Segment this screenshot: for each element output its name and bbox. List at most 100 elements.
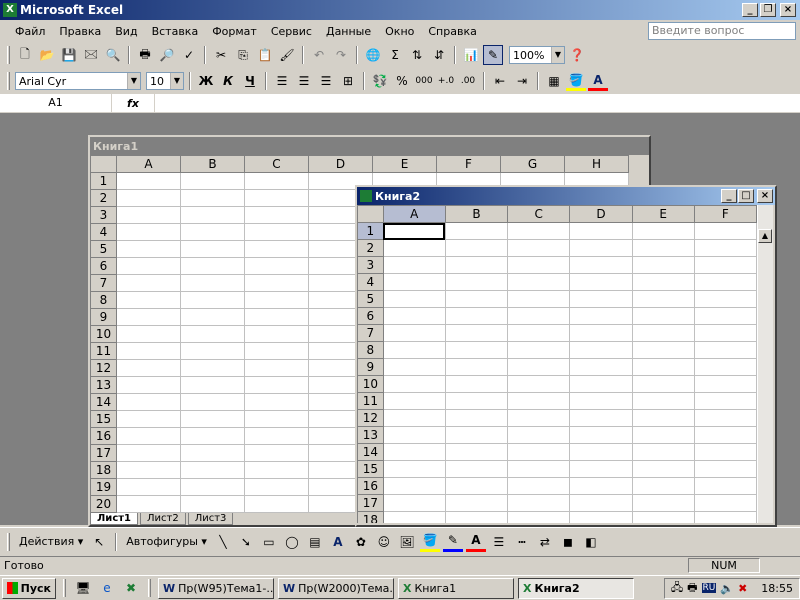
cell[interactable] bbox=[244, 189, 309, 207]
column-header[interactable]: D bbox=[308, 155, 373, 173]
row-header[interactable]: 2 bbox=[90, 189, 117, 207]
cell[interactable] bbox=[444, 375, 509, 393]
row-header[interactable]: 5 bbox=[90, 240, 117, 258]
increase-decimal-icon[interactable]: +.0 bbox=[436, 71, 456, 91]
cell[interactable] bbox=[507, 392, 571, 410]
row-header[interactable]: 8 bbox=[90, 291, 117, 309]
row-header[interactable]: 5 bbox=[357, 290, 384, 308]
row-header[interactable]: 10 bbox=[90, 325, 117, 343]
row-header[interactable]: 8 bbox=[357, 341, 384, 359]
textbox-icon[interactable]: ▤ bbox=[305, 532, 325, 552]
paste-icon[interactable]: 📋 bbox=[255, 45, 275, 65]
cell[interactable] bbox=[693, 273, 757, 291]
format-painter-icon[interactable]: 🖌 bbox=[277, 45, 297, 65]
tab-sheet3[interactable]: Лист3 bbox=[187, 513, 234, 525]
row-header[interactable]: 11 bbox=[357, 392, 384, 410]
cell[interactable] bbox=[116, 257, 181, 275]
column-header[interactable]: C bbox=[507, 205, 571, 223]
cell[interactable] bbox=[507, 222, 571, 240]
autoshapes-menu[interactable]: Автофигуры ▾ bbox=[123, 535, 210, 548]
cell[interactable] bbox=[693, 239, 757, 257]
cell[interactable] bbox=[569, 375, 633, 393]
excel-quick-icon[interactable]: ✖ bbox=[121, 578, 141, 598]
start-button[interactable]: Пуск bbox=[2, 577, 56, 599]
book2-grid[interactable]: A B C D E F 1 2 3 4 5 6 7 8 9 10 11 12 13 14 15 16 17 18 bbox=[357, 205, 757, 523]
row-header[interactable]: 12 bbox=[90, 359, 117, 377]
cell[interactable] bbox=[693, 477, 757, 495]
cell[interactable] bbox=[569, 290, 633, 308]
new-icon[interactable]: 🗋 bbox=[15, 45, 35, 65]
draw-actions-menu[interactable]: Действия ▾ bbox=[16, 535, 86, 548]
cell[interactable] bbox=[180, 478, 245, 496]
cell[interactable] bbox=[507, 273, 571, 291]
sort-asc-icon[interactable]: ⇅ bbox=[407, 45, 427, 65]
row-header[interactable]: 16 bbox=[357, 477, 384, 495]
row-header[interactable]: 9 bbox=[357, 358, 384, 376]
arrow-style-icon[interactable]: ⇄ bbox=[535, 532, 555, 552]
row-header[interactable]: 19 bbox=[90, 478, 117, 496]
cell[interactable] bbox=[244, 240, 309, 258]
tab-sheet1[interactable]: Лист1 bbox=[90, 513, 138, 525]
cell[interactable] bbox=[569, 358, 633, 376]
column-header[interactable]: A bbox=[116, 155, 181, 173]
cell[interactable] bbox=[569, 511, 633, 523]
row-header[interactable]: 14 bbox=[90, 393, 117, 411]
fill-color-icon[interactable]: 🪣 bbox=[566, 71, 586, 91]
row-header[interactable]: 7 bbox=[90, 274, 117, 292]
cell[interactable] bbox=[382, 426, 446, 444]
restore-button[interactable]: ❐ bbox=[760, 3, 776, 17]
cell[interactable] bbox=[507, 477, 571, 495]
dash-style-icon[interactable]: ┅ bbox=[512, 532, 532, 552]
cell[interactable] bbox=[244, 291, 309, 309]
cell[interactable] bbox=[382, 443, 446, 461]
cell[interactable] bbox=[382, 239, 446, 257]
cell[interactable] bbox=[569, 256, 633, 274]
row-header[interactable]: 11 bbox=[90, 342, 117, 360]
cell[interactable] bbox=[116, 172, 181, 190]
task-book2[interactable]: X Книга2 bbox=[518, 577, 634, 599]
cell[interactable] bbox=[507, 426, 571, 444]
cell[interactable] bbox=[693, 290, 757, 308]
line-color-icon[interactable]: ✎ bbox=[442, 532, 463, 552]
cell[interactable] bbox=[444, 358, 509, 376]
maximize-button[interactable]: □ bbox=[738, 189, 754, 203]
cell[interactable] bbox=[631, 477, 695, 495]
cell[interactable] bbox=[631, 443, 695, 461]
cell[interactable] bbox=[180, 444, 245, 462]
row-header[interactable]: 9 bbox=[90, 308, 117, 326]
cell[interactable] bbox=[244, 274, 309, 292]
cell[interactable] bbox=[116, 206, 181, 224]
cell[interactable] bbox=[180, 257, 245, 275]
menu-file[interactable]: Файл bbox=[8, 25, 52, 38]
cell[interactable] bbox=[180, 461, 245, 479]
cell[interactable] bbox=[244, 206, 309, 224]
cell[interactable] bbox=[382, 477, 446, 495]
drawing-icon[interactable]: ✎ bbox=[483, 45, 503, 65]
row-header[interactable]: 14 bbox=[357, 443, 384, 461]
cell[interactable] bbox=[244, 427, 309, 445]
menu-help[interactable]: Справка bbox=[421, 25, 483, 38]
row-header[interactable]: 10 bbox=[357, 375, 384, 393]
column-header[interactable]: E bbox=[631, 205, 695, 223]
cell[interactable] bbox=[116, 223, 181, 241]
font-select[interactable]: Arial Cyr ▼ bbox=[15, 72, 141, 90]
undo-icon[interactable]: ↶ bbox=[309, 45, 329, 65]
cell[interactable] bbox=[631, 375, 695, 393]
decrease-indent-icon[interactable]: ⇤ bbox=[490, 71, 510, 91]
cell[interactable] bbox=[116, 461, 181, 479]
book1-titlebar[interactable]: Книга1 bbox=[90, 137, 649, 155]
cell[interactable] bbox=[444, 392, 509, 410]
bold-button[interactable]: Ж bbox=[196, 71, 216, 91]
cell[interactable] bbox=[444, 222, 509, 240]
cell[interactable] bbox=[382, 341, 446, 359]
column-header[interactable]: F bbox=[693, 205, 757, 223]
font-color-icon[interactable]: A bbox=[588, 71, 608, 91]
task-book1[interactable]: X Книга1 bbox=[398, 577, 514, 599]
cell[interactable] bbox=[569, 341, 633, 359]
cell[interactable] bbox=[382, 494, 446, 512]
row-header[interactable]: 4 bbox=[357, 273, 384, 291]
column-header[interactable]: C bbox=[244, 155, 309, 173]
cell[interactable] bbox=[507, 494, 571, 512]
row-header[interactable]: 15 bbox=[90, 410, 117, 428]
task-word2[interactable]: W Пр(W2000)Тема... bbox=[278, 577, 394, 599]
